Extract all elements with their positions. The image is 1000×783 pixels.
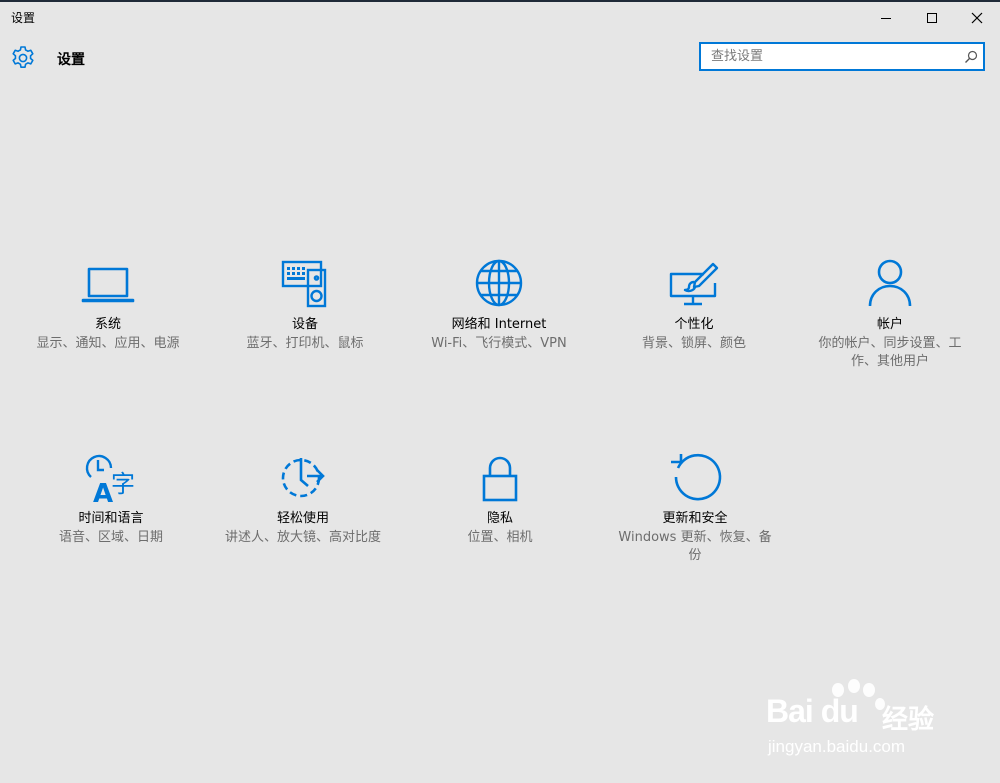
category-desc: 背景、锁屏、颜色 bbox=[641, 336, 746, 351]
category-name: 个性化 bbox=[674, 317, 714, 332]
category-name: 隐私 bbox=[486, 511, 513, 526]
category-name: 时间和语言 bbox=[78, 511, 144, 526]
category-name: 轻松使用 bbox=[276, 511, 329, 526]
refresh-icon bbox=[671, 453, 722, 501]
category-desc: 位置、相机 bbox=[467, 530, 533, 545]
maximize-button[interactable] bbox=[909, 4, 955, 32]
gear-icon bbox=[12, 46, 34, 68]
category-network[interactable]: 网络和 Internet Wi-Fi、飞行模式、VPN bbox=[414, 258, 584, 353]
category-name: 网络和 Internet bbox=[451, 317, 547, 332]
search-icon[interactable] bbox=[964, 50, 978, 64]
category-desc: 讲述人、放大镜、高对比度 bbox=[224, 530, 381, 545]
window-title: 设置 bbox=[11, 11, 36, 25]
category-privacy[interactable]: 隐私 位置、相机 bbox=[415, 452, 585, 547]
close-button[interactable] bbox=[954, 4, 1000, 32]
category-devices[interactable]: 设备 蓝牙、打印机、鼠标 bbox=[220, 258, 390, 353]
category-desc: Windows 更新、恢复、备份 bbox=[618, 530, 772, 563]
category-desc: 蓝牙、打印机、鼠标 bbox=[246, 336, 364, 351]
search-box[interactable] bbox=[699, 42, 985, 71]
svg-text:字: 字 bbox=[111, 470, 135, 498]
laptop-icon bbox=[81, 267, 135, 303]
category-time-language[interactable]: A 字 时间和语言 语音、区域、日期 bbox=[26, 452, 196, 547]
category-system[interactable]: 系统 显示、通知、应用、电源 bbox=[23, 258, 193, 353]
category-name: 设备 bbox=[291, 317, 318, 332]
watermark-url: jingyan.baidu.com bbox=[768, 737, 906, 756]
category-desc: 你的帐户、同步设置、工作、其他用户 bbox=[818, 336, 962, 369]
search-input[interactable] bbox=[701, 44, 956, 69]
keyboard-speaker-icon bbox=[281, 260, 327, 308]
category-desc: 显示、通知、应用、电源 bbox=[36, 336, 180, 351]
minimize-icon bbox=[881, 18, 891, 19]
watermark-brand: Bai du bbox=[766, 693, 859, 729]
lock-icon bbox=[482, 456, 518, 502]
minimize-button[interactable] bbox=[863, 4, 909, 32]
category-name: 系统 bbox=[94, 317, 121, 332]
maximize-icon bbox=[927, 13, 937, 23]
person-icon bbox=[868, 259, 912, 307]
category-update-security[interactable]: 更新和安全 Windows 更新、恢复、备份 bbox=[610, 452, 780, 565]
window-top-border bbox=[0, 0, 1000, 2]
category-ease-of-access[interactable]: 轻松使用 讲述人、放大镜、高对比度 bbox=[218, 452, 388, 547]
category-name: 更新和安全 bbox=[662, 511, 728, 526]
page-title: 设置 bbox=[57, 52, 85, 68]
ease-of-access-icon bbox=[281, 458, 325, 498]
globe-icon bbox=[475, 259, 523, 307]
category-accounts[interactable]: 帐户 你的帐户、同步设置、工作、其他用户 bbox=[805, 258, 975, 371]
category-name: 帐户 bbox=[876, 317, 903, 332]
clock-language-icon: A 字 bbox=[85, 454, 135, 508]
watermark-brand-cn: 经验 bbox=[882, 705, 935, 735]
paint-monitor-icon bbox=[669, 262, 719, 306]
close-icon bbox=[971, 12, 983, 24]
category-desc: 语音、区域、日期 bbox=[58, 530, 163, 545]
category-desc: Wi-Fi、飞行模式、VPN bbox=[431, 336, 567, 351]
category-personalization[interactable]: 个性化 背景、锁屏、颜色 bbox=[609, 258, 779, 353]
